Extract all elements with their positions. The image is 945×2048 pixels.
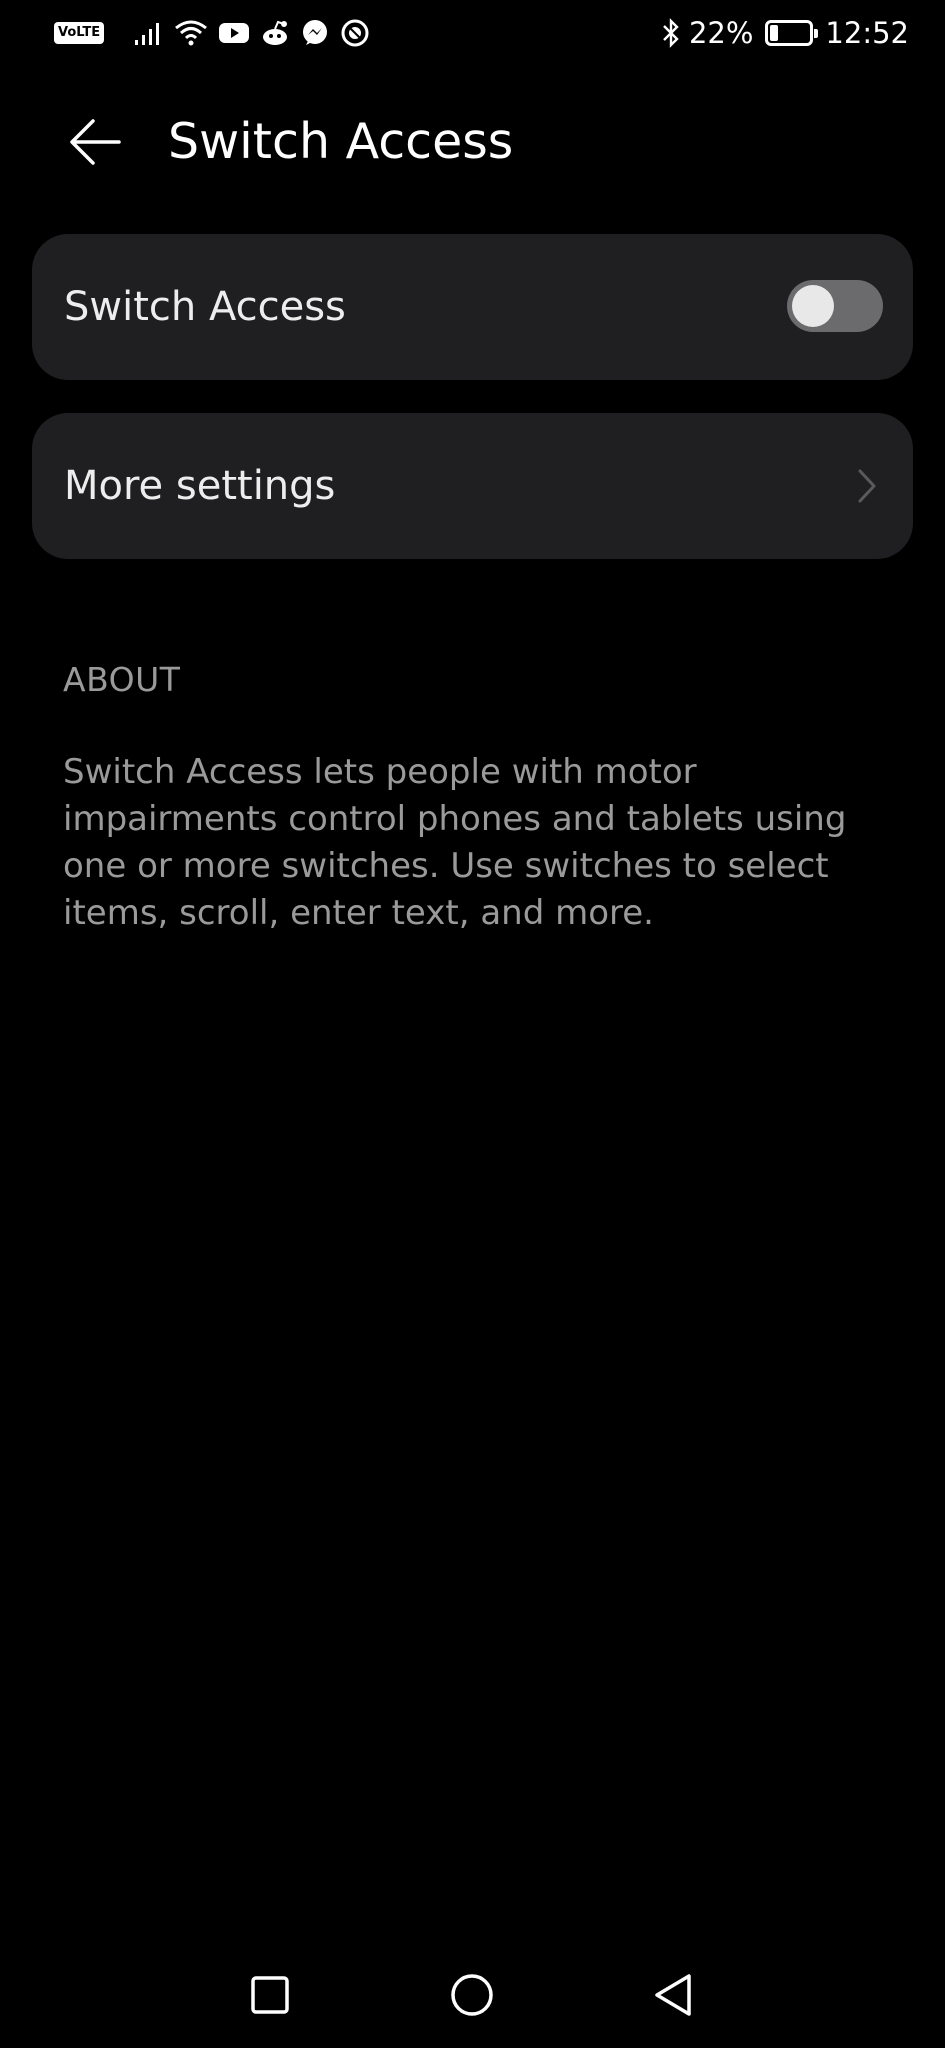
back-arrow-icon (70, 119, 121, 165)
battery-icon (765, 20, 819, 46)
home-icon (451, 1974, 493, 2016)
navigation-bar (0, 1950, 945, 2040)
status-bar: VoLTE 22% 12:52 (0, 0, 945, 66)
vpn-icon (340, 18, 370, 48)
more-settings-label: More settings (64, 463, 336, 509)
page-title: Switch Access (168, 113, 514, 170)
chevron-right-icon (855, 466, 879, 506)
switch-access-row[interactable]: Switch Access (32, 234, 913, 380)
switch-access-toggle[interactable] (787, 280, 883, 332)
reddit-icon (260, 19, 290, 47)
about-header: ABOUT (63, 660, 181, 699)
about-text: Switch Access lets people with motor imp… (63, 752, 847, 933)
more-settings-row[interactable]: More settings (32, 413, 913, 559)
bluetooth-icon (661, 18, 681, 48)
volte-badge: VoLTE (54, 22, 105, 44)
back-button[interactable] (60, 110, 130, 174)
youtube-icon (218, 21, 250, 45)
switch-access-label: Switch Access (64, 284, 346, 330)
app-bar: Switch Access (0, 90, 945, 194)
home-button[interactable] (447, 1970, 497, 2020)
battery-percent: 22% (688, 16, 754, 50)
status-bar-right: 22% 12:52 (661, 14, 909, 52)
nav-back-button[interactable] (648, 1970, 698, 2020)
recents-icon (251, 1976, 289, 2014)
messenger-icon (300, 18, 330, 48)
status-bar-left: VoLTE (54, 16, 370, 50)
back-icon (655, 1974, 691, 2016)
clock: 12:52 (825, 16, 909, 50)
recents-button[interactable] (245, 1970, 295, 2020)
signal-icon (134, 20, 164, 46)
battery-level (770, 25, 779, 41)
wifi-icon (174, 19, 208, 47)
toggle-knob (792, 285, 834, 327)
